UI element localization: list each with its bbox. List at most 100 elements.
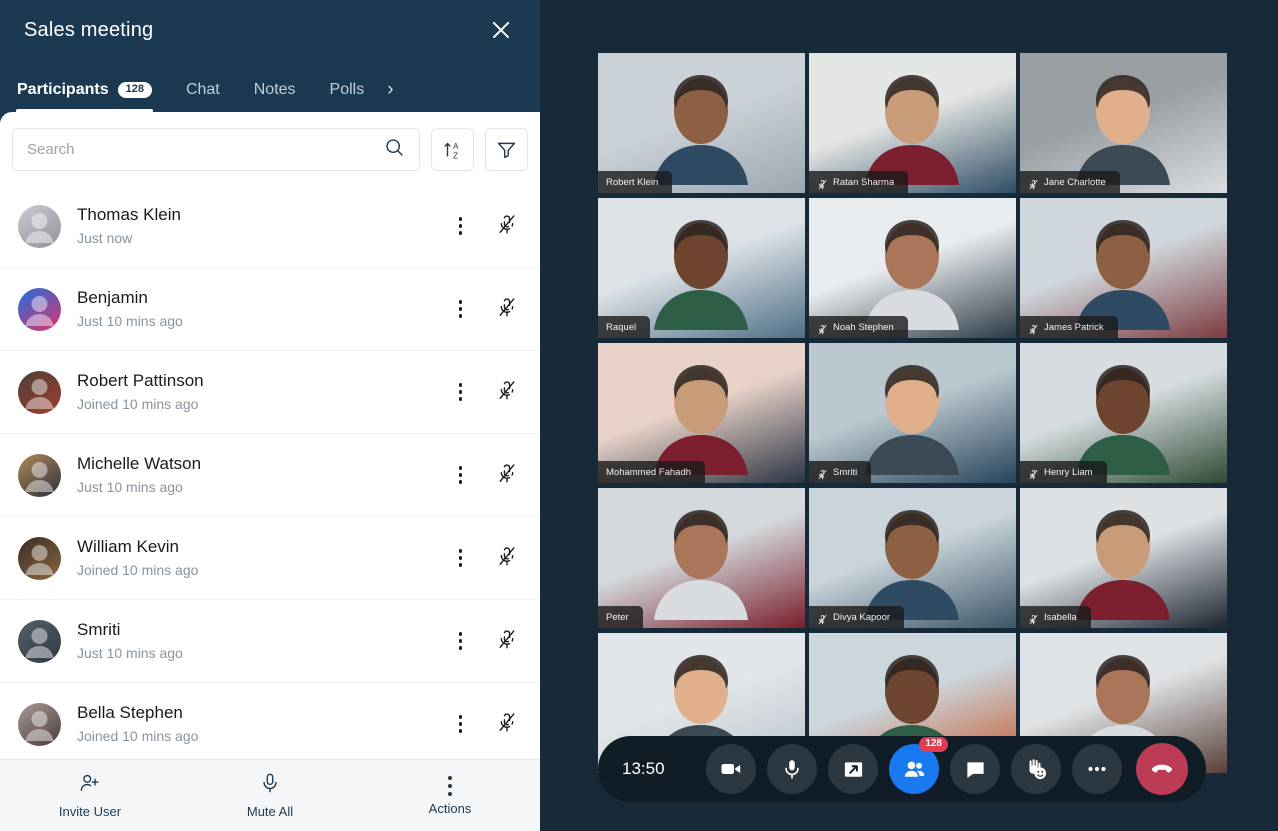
reactions-button[interactable]	[1011, 744, 1061, 794]
participant-row[interactable]: Benjamin Just 10 mins ago	[0, 268, 540, 351]
tile-name-chip: Raquel	[598, 316, 651, 338]
video-tile[interactable]: Mohammed Fahadh	[598, 343, 805, 483]
svg-text:Z: Z	[453, 151, 458, 160]
participant-row[interactable]: William Kevin Joined 10 mins ago	[0, 517, 540, 600]
participants-badge: 128	[919, 737, 948, 752]
mic-off-icon	[1028, 612, 1039, 624]
more-vertical-icon[interactable]	[453, 628, 469, 654]
participant-info: Thomas Klein Just now	[77, 202, 453, 249]
participant-info: Robert Pattinson Joined 10 mins ago	[77, 368, 453, 415]
tile-name-chip: Mohammed Fahadh	[598, 461, 706, 483]
microphone-button[interactable]	[767, 744, 817, 794]
page-title: Sales meeting	[24, 18, 154, 41]
more-vertical-icon[interactable]	[453, 379, 469, 405]
avatar	[18, 619, 61, 663]
video-tile[interactable]: Raquel	[598, 198, 805, 338]
tile-participant-name: Isabella	[1044, 611, 1077, 623]
mic-off-icon	[1028, 467, 1039, 479]
participant-row[interactable]: Robert Pattinson Joined 10 mins ago	[0, 351, 540, 434]
mic-off-icon[interactable]	[496, 213, 518, 240]
tile-name-chip: Peter	[598, 606, 643, 628]
participant-info: Smriti Just 10 mins ago	[77, 617, 453, 664]
mic-off-icon[interactable]	[496, 711, 518, 738]
actions-button[interactable]: Actions	[360, 775, 540, 816]
participant-status: Just 10 mins ago	[77, 478, 183, 495]
svg-text:A: A	[453, 142, 459, 151]
video-tile[interactable]: Robert Klein	[598, 53, 805, 193]
video-tile[interactable]: Jane Charlotte	[1020, 53, 1227, 193]
search-row: A Z	[0, 112, 540, 185]
more-options-button[interactable]	[1072, 744, 1122, 794]
video-tile[interactable]: Smriti	[809, 343, 1016, 483]
video-tile[interactable]: Henry Liam	[1020, 343, 1227, 483]
search-icon[interactable]	[384, 137, 405, 163]
mute-all-button[interactable]: Mute All	[180, 772, 360, 819]
participant-status: Just 10 mins ago	[77, 644, 183, 661]
mic-off-icon	[817, 177, 828, 189]
video-tile[interactable]: Divya Kapoor	[809, 488, 1016, 628]
video-tile[interactable]: Isabella	[1020, 488, 1227, 628]
tile-name-chip: James Patrick	[1020, 316, 1118, 338]
invite-user-button[interactable]: Invite User	[0, 772, 180, 819]
participant-status: Just now	[77, 229, 133, 246]
meeting-app: Sales meeting Participants 128 Chat Note…	[0, 0, 1278, 831]
camera-button[interactable]	[706, 744, 756, 794]
participant-name: Benjamin	[77, 288, 148, 308]
video-tile[interactable]: Noah Stephen	[809, 198, 1016, 338]
tab-polls-label: Polls	[329, 81, 365, 98]
more-vertical-icon[interactable]	[453, 545, 469, 571]
participant-row[interactable]: Michelle Watson Just 10 mins ago	[0, 434, 540, 517]
chat-button[interactable]	[950, 744, 1000, 794]
tab-participants[interactable]: Participants 128	[0, 81, 169, 112]
panel-footer: Invite User Mute All Actions	[0, 759, 540, 831]
participant-name: Smriti	[77, 620, 121, 640]
tile-name-chip: Noah Stephen	[809, 316, 908, 338]
mic-off-icon[interactable]	[496, 545, 518, 572]
add-user-icon	[79, 772, 101, 799]
more-vertical-icon[interactable]	[453, 213, 469, 239]
filter-funnel-icon[interactable]	[485, 128, 528, 171]
participant-name: Bella Stephen	[77, 703, 183, 723]
mic-off-icon[interactable]	[496, 462, 518, 489]
avatar	[18, 204, 61, 248]
chevron-right-icon[interactable]: ›	[381, 80, 405, 112]
video-tile[interactable]: Peter	[598, 488, 805, 628]
sort-az-icon[interactable]: A Z	[431, 128, 474, 171]
tab-notes[interactable]: Notes	[237, 81, 313, 112]
tab-chat[interactable]: Chat	[169, 81, 237, 112]
more-vertical-icon[interactable]	[453, 462, 469, 488]
tile-participant-name: Henry Liam	[1044, 466, 1093, 478]
tile-participant-name: Divya Kapoor	[833, 611, 891, 623]
mic-off-icon[interactable]	[496, 628, 518, 655]
participant-row[interactable]: Smriti Just 10 mins ago	[0, 600, 540, 683]
more-vertical-icon[interactable]	[453, 296, 469, 322]
participant-row[interactable]: Thomas Klein Just now	[0, 185, 540, 268]
participant-actions	[453, 296, 519, 323]
participants-panel: Sales meeting Participants 128 Chat Note…	[0, 0, 540, 831]
participant-status: Joined 10 mins ago	[77, 561, 199, 578]
search-input[interactable]	[27, 141, 384, 158]
participants-button[interactable]: 128	[889, 737, 948, 794]
tile-participant-name: Noah Stephen	[833, 321, 894, 333]
tile-participant-name: Smriti	[833, 466, 858, 478]
participant-row[interactable]: Bella Stephen Joined 10 mins ago	[0, 683, 540, 759]
share-screen-button[interactable]	[828, 744, 878, 794]
video-tile[interactable]: James Patrick	[1020, 198, 1227, 338]
video-tile[interactable]: Ratan Sharma	[809, 53, 1016, 193]
close-icon[interactable]	[486, 15, 516, 45]
more-vertical-icon[interactable]	[453, 711, 469, 737]
mic-off-icon[interactable]	[496, 296, 518, 323]
end-call-button[interactable]	[1136, 743, 1188, 795]
participant-actions	[453, 213, 519, 240]
participant-status: Joined 10 mins ago	[77, 727, 199, 744]
tab-polls[interactable]: Polls	[313, 81, 382, 112]
video-grid: Robert Klein Ratan Sharma Jane Charlotte Ra…	[598, 53, 1227, 773]
tile-name-chip: Smriti	[809, 461, 872, 483]
participant-name: Thomas Klein	[77, 205, 181, 225]
avatar	[18, 453, 61, 497]
participant-info: Michelle Watson Just 10 mins ago	[77, 451, 453, 498]
participant-status: Joined 10 mins ago	[77, 395, 199, 412]
mic-off-icon[interactable]	[496, 379, 518, 406]
search-box[interactable]	[12, 128, 420, 171]
actions-label: Actions	[428, 800, 472, 816]
